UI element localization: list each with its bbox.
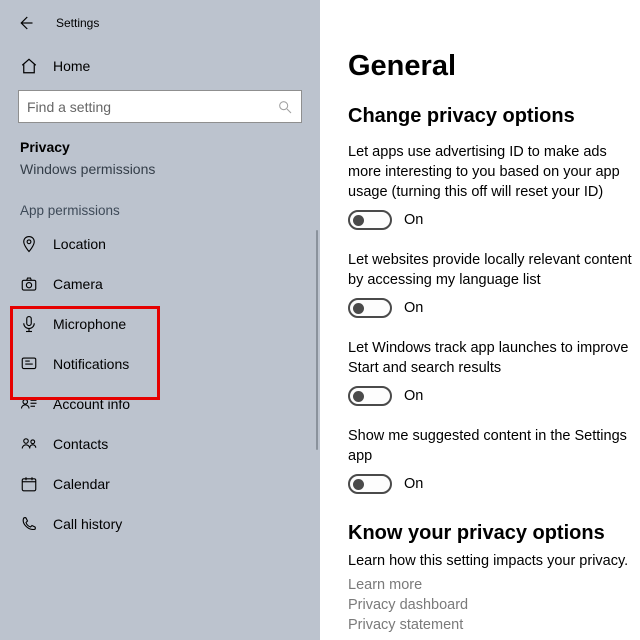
setting-language-list: Let websites provide locally relevant co… <box>348 250 640 318</box>
setting-desc: Let Windows track app launches to improv… <box>348 338 640 378</box>
sidebar-item-location[interactable]: Location <box>0 224 320 264</box>
sidebar-subsection[interactable]: Windows permissions <box>0 161 320 193</box>
link-privacy-statement[interactable]: Privacy statement <box>348 615 640 635</box>
setting-desc: Let websites provide locally relevant co… <box>348 250 640 290</box>
microphone-icon <box>20 315 38 333</box>
sidebar-item-label: Account info <box>53 396 130 412</box>
sidebar-item-microphone[interactable]: Microphone <box>0 304 320 344</box>
sidebar-scrollbar[interactable] <box>316 230 318 450</box>
sidebar-item-label: Calendar <box>53 476 110 492</box>
know-heading: Know your privacy options <box>348 522 640 545</box>
sidebar: Settings Home <box>0 0 320 640</box>
link-learn-more[interactable]: Learn more <box>348 575 640 595</box>
sidebar-item-label: Microphone <box>53 316 126 332</box>
camera-icon <box>20 275 38 293</box>
setting-ad-id: Let apps use advertising ID to make ads … <box>348 142 640 230</box>
sidebar-item-label: Location <box>53 236 106 252</box>
setting-track-launches: Let Windows track app launches to improv… <box>348 338 640 406</box>
call-history-icon <box>20 515 38 533</box>
toggle-suggested-content[interactable] <box>348 474 392 494</box>
sidebar-item-label: Call history <box>53 516 122 532</box>
sidebar-item-account-info[interactable]: Account info <box>0 384 320 424</box>
know-desc: Learn how this setting impacts your priv… <box>348 553 640 569</box>
sidebar-item-label: Camera <box>53 276 103 292</box>
account-info-icon <box>20 395 38 413</box>
toggle-state-label: On <box>404 388 423 404</box>
window-title: Settings <box>56 16 99 30</box>
sidebar-item-call-history[interactable]: Call history <box>0 504 320 544</box>
toggle-state-label: On <box>404 300 423 316</box>
location-icon <box>20 235 38 253</box>
link-privacy-dashboard[interactable]: Privacy dashboard <box>348 595 640 615</box>
nav-home-label: Home <box>53 58 90 74</box>
section-heading: Change privacy options <box>348 105 640 128</box>
toggle-state-label: On <box>404 476 423 492</box>
sidebar-item-label: Notifications <box>53 356 129 372</box>
know-privacy-section: Know your privacy options Learn how this… <box>348 522 640 635</box>
sidebar-item-camera[interactable]: Camera <box>0 264 320 304</box>
sidebar-section-title: Privacy <box>0 137 320 161</box>
contacts-icon <box>20 435 38 453</box>
sidebar-item-calendar[interactable]: Calendar <box>0 464 320 504</box>
toggle-state-label: On <box>404 212 423 228</box>
home-icon <box>20 57 38 75</box>
nav-home[interactable]: Home <box>0 46 320 86</box>
toggle-language-list[interactable] <box>348 298 392 318</box>
setting-suggested-content: Show me suggested content in the Setting… <box>348 426 640 494</box>
setting-desc: Let apps use advertising ID to make ads … <box>348 142 640 202</box>
notifications-icon <box>20 355 38 373</box>
toggle-track-launches[interactable] <box>348 386 392 406</box>
search-input[interactable] <box>18 90 302 123</box>
search-input-field[interactable] <box>27 99 277 115</box>
sidebar-item-label: Contacts <box>53 436 108 452</box>
toggle-ad-id[interactable] <box>348 210 392 230</box>
calendar-icon <box>20 475 38 493</box>
sidebar-group-label: App permissions <box>0 193 320 224</box>
setting-desc: Show me suggested content in the Setting… <box>348 426 640 466</box>
main-content: General Change privacy options Let apps … <box>320 0 640 640</box>
page-title: General <box>348 50 640 83</box>
sidebar-item-contacts[interactable]: Contacts <box>0 424 320 464</box>
back-icon[interactable] <box>16 14 34 32</box>
search-icon <box>277 99 293 115</box>
sidebar-item-notifications[interactable]: Notifications <box>0 344 320 384</box>
